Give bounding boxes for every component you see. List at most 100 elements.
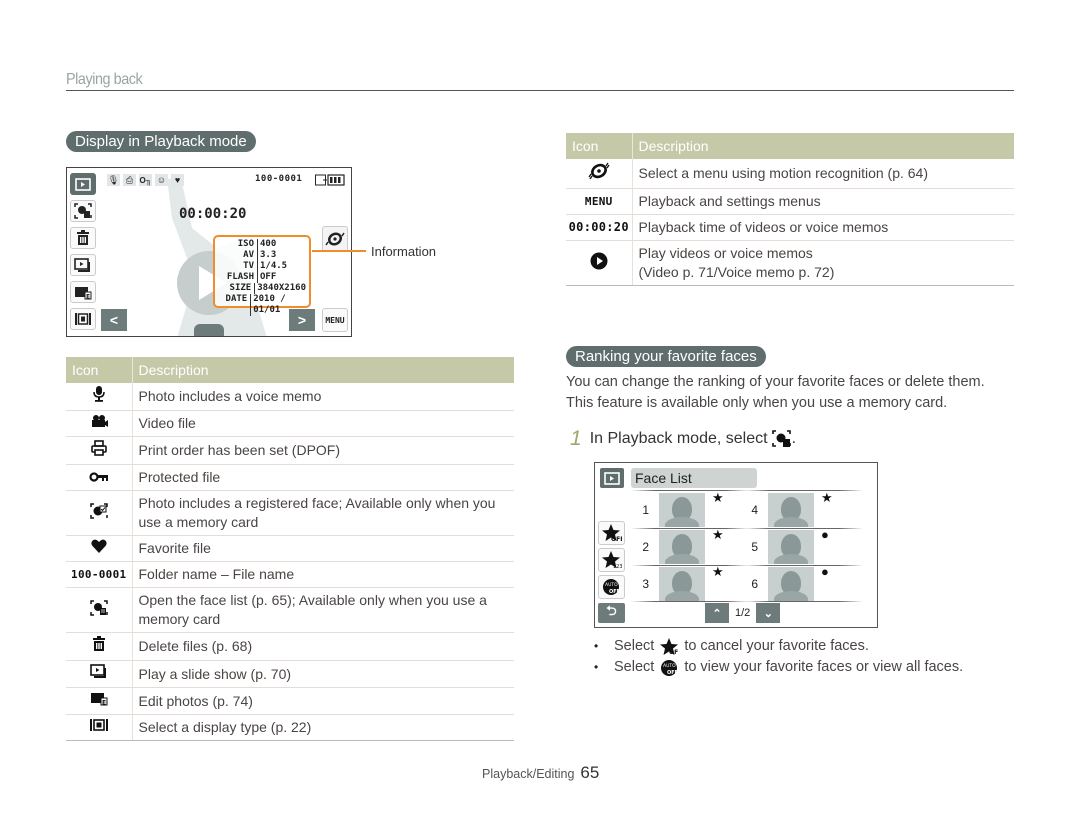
favorite-star-icon: ★ (821, 490, 833, 505)
favorite-off-icon: OFF (660, 638, 679, 655)
edit-photo-icon: E (90, 693, 108, 707)
table-row: 100-0001 Folder name – File name (66, 561, 514, 588)
page-up-button[interactable]: ⌃ (705, 603, 729, 623)
favorite-star-icon: ★ (712, 564, 724, 579)
auto-off-icon: AUTOOFF (661, 660, 678, 676)
table-header-row: Icon Description (66, 357, 514, 383)
edit-photo-icon: E (75, 286, 92, 300)
battery-icon (315, 174, 345, 186)
info-row: ISO 400 (218, 239, 306, 250)
trash-icon (77, 230, 89, 245)
chevron-down-icon: ⌄ (763, 607, 773, 620)
section-title-ranking-faces: Ranking your favorite faces (566, 346, 766, 367)
face-entry[interactable]: 3 ★ (631, 564, 724, 602)
info-row: FLASH OFF (218, 272, 306, 283)
back-arrow-icon: ⮌ (606, 603, 617, 618)
camera-playback-screen: E 🎙 ⎙ O╖ ☺ ♥ 100-0001 00:00:20 ISO 400 AV… (66, 167, 352, 337)
dot-icon: ● (821, 564, 829, 579)
favorite-star-icon: ★ (712, 527, 724, 542)
voice-memo-icon: 🎙 (107, 174, 120, 186)
face-thumbnail (659, 530, 705, 564)
page-footer: Playback/Editing 65 (482, 763, 599, 783)
svg-text:OFF: OFF (667, 670, 678, 676)
chevron-up-icon: ⌃ (712, 607, 722, 620)
motion-recognition-button[interactable] (322, 226, 348, 252)
svg-text:AUTO: AUTO (663, 663, 676, 669)
step-number: 1 (570, 427, 582, 450)
table-row: Select a display type (p. 22) (66, 714, 514, 741)
favorite-off-button[interactable]: OFF (598, 521, 625, 545)
delete-button[interactable] (70, 227, 96, 249)
menu-button[interactable]: MENU (322, 308, 348, 332)
back-button[interactable]: ⮌ (598, 603, 625, 623)
playback-mode-button[interactable] (70, 173, 96, 195)
face-thumbnail (768, 530, 814, 564)
display-type-button[interactable] (70, 308, 96, 330)
pager: ⌃ 1/2 ⌄ (705, 603, 781, 623)
info-row: TV 1/4.5 (218, 261, 306, 272)
svg-text:E: E (102, 700, 106, 707)
registered-face-icon (90, 502, 108, 519)
column-header-description: Description (132, 357, 514, 383)
table-row: E Edit photos (p. 74) (66, 687, 514, 715)
intro-paragraph: You can change the ranking of your favor… (566, 374, 985, 411)
auto-off-icon: AUTOOFF (602, 579, 620, 595)
step-1: 1 In Playback mode, select . (570, 427, 797, 450)
next-button[interactable]: > (289, 309, 315, 331)
svg-text:123: 123 (613, 564, 622, 569)
playback-icon (604, 471, 620, 485)
face-list-title: Face List (631, 468, 757, 488)
favorite-star-icon: ★ (712, 490, 724, 505)
video-camera-icon (91, 415, 108, 427)
face-thumbnail (768, 493, 814, 527)
face-thumbnail (659, 567, 705, 601)
heart-icon: ♥ (171, 174, 184, 186)
face-entry[interactable]: 6 ● (740, 564, 829, 602)
display-type-icon (89, 719, 108, 731)
display-type-icon (75, 313, 91, 325)
page-down-button[interactable]: ⌄ (756, 603, 781, 623)
section-title-display-playback: Display in Playback mode (66, 131, 256, 152)
playback-mode-button[interactable] (600, 468, 624, 488)
face-entry[interactable]: 2 ★ (631, 527, 724, 565)
info-row: AV 3.3 (218, 250, 306, 261)
auto-off-button[interactable]: AUTO OFF (598, 575, 625, 599)
svg-text:OFF: OFF (669, 649, 678, 655)
motion-recognition-icon (325, 232, 345, 246)
icon-table-right: Icon Description Select a menu using mot… (566, 133, 1014, 286)
bottom-tab-button[interactable] (194, 324, 224, 336)
table-row: Delete files (p. 68) (66, 632, 514, 661)
face-list-screen: Face List OFF 123 AUTOOFF ⮌ 1 ★ 2 ★ 3 ★ … (594, 462, 878, 628)
previous-button[interactable]: < (101, 309, 127, 331)
bullet-list: • Select OFF to cancel your favorite fac… (594, 636, 963, 678)
face-list-button[interactable] (70, 200, 96, 222)
table-row: Photo includes a voice memo (66, 383, 514, 411)
play-circle-icon (590, 252, 608, 269)
svg-text:OFF: OFF (609, 589, 620, 595)
face-entry[interactable]: 1 ★ (631, 490, 724, 528)
table-header-row: Icon Description (566, 133, 1014, 159)
table-row: Favorite file (66, 535, 514, 562)
file-number: 100-0001 (255, 174, 303, 184)
registered-face-icon: ☺ (155, 174, 168, 186)
face-list-icon (771, 430, 791, 447)
face-entry[interactable]: 5 ● (740, 527, 829, 565)
key-icon (89, 472, 108, 482)
table-row: 00:00:20 Playback time of videos or voice… (566, 214, 1014, 241)
divider (745, 490, 863, 491)
table-row: Play videos or voice memos (Video p. 71/V… (566, 240, 1014, 286)
printer-icon (90, 440, 107, 456)
playback-icon (75, 177, 91, 191)
step-text: In Playback mode, select (589, 430, 768, 447)
face-thumbnail (659, 493, 705, 527)
folder-file-number: 100-0001 (66, 561, 133, 588)
edit-photo-button[interactable]: E (70, 281, 96, 303)
slideshow-button[interactable] (70, 254, 96, 276)
print-icon: ⎙ (123, 174, 136, 186)
face-entry[interactable]: 4 ★ (740, 490, 833, 528)
information-box: ISO 400 AV 3.3 TV 1/4.5 FLASH OFF SIZE 3840X2… (213, 235, 311, 316)
bullet-item: • Select OFF to cancel your favorite fac… (594, 638, 869, 655)
face-list-icon (74, 203, 92, 219)
favorite-rank-button[interactable]: 123 (598, 548, 625, 572)
playback-timer: 00:00:20 (179, 206, 247, 222)
